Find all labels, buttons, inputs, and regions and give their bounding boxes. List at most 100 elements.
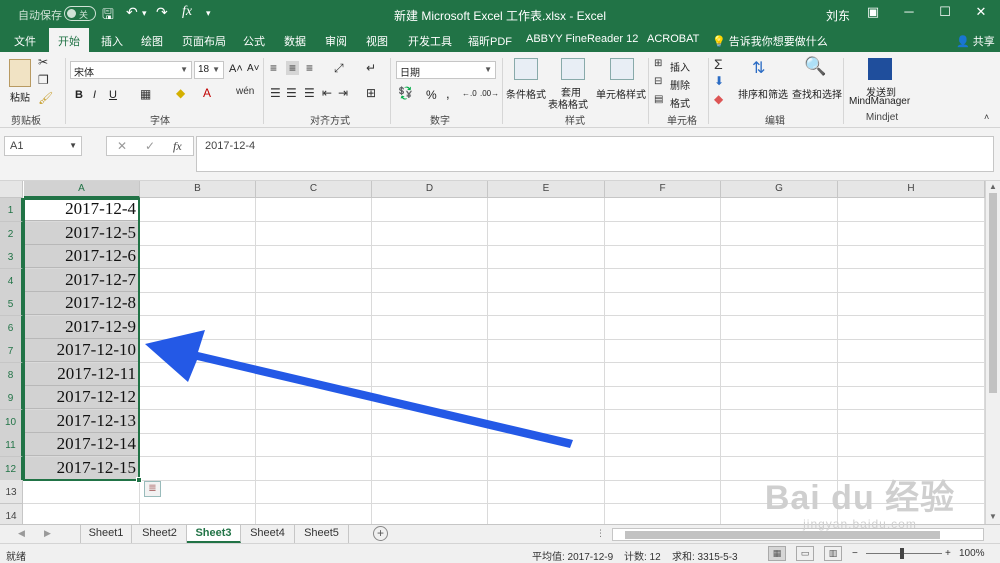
increase-decimal-icon[interactable]: ←.0	[462, 89, 477, 98]
delete-cells-icon[interactable]: ⊟	[654, 76, 662, 87]
cell-a10[interactable]: 2017-12-13	[24, 410, 139, 433]
quick-analysis-icon[interactable]: ≣	[144, 481, 161, 497]
user-name[interactable]: 刘东	[826, 7, 850, 24]
cell-a1[interactable]: 2017-12-4	[24, 198, 139, 221]
table-format-icon[interactable]	[561, 58, 585, 80]
row-header-11[interactable]: 11	[0, 433, 23, 457]
row-header-1[interactable]: 1	[0, 198, 23, 222]
tab-view[interactable]: 视图	[366, 33, 388, 49]
add-sheet-icon[interactable]: +	[373, 526, 388, 541]
insert-function-icon[interactable]: fx	[173, 139, 182, 154]
page-layout-view-icon[interactable]: ▭	[796, 546, 814, 561]
tab-insert[interactable]: 插入	[101, 33, 123, 49]
align-middle-icon[interactable]: ≡	[286, 61, 300, 75]
cell-a5[interactable]: 2017-12-8	[24, 292, 139, 315]
cell-a11[interactable]: 2017-12-14	[24, 433, 139, 456]
sheet-tab-3[interactable]: Sheet3	[187, 525, 241, 543]
page-break-view-icon[interactable]: ▥	[824, 546, 842, 561]
row-header-13[interactable]: 13	[0, 480, 23, 504]
next-sheet-icon[interactable]: ▶	[44, 528, 51, 539]
row-header-9[interactable]: 9	[0, 386, 23, 410]
number-format-select[interactable]: 日期 ▼	[396, 61, 496, 79]
phonetic-icon[interactable]: wén	[236, 86, 254, 97]
zoom-slider-knob[interactable]	[900, 548, 904, 559]
row-header-2[interactable]: 2	[0, 222, 23, 246]
ribbon-display-icon[interactable]: ▣	[858, 4, 888, 20]
name-box[interactable]: A1 ▼	[4, 136, 82, 156]
align-center-icon[interactable]: ☰	[286, 86, 297, 100]
send-to-label-2[interactable]: MindManager	[849, 96, 910, 107]
maximize-icon[interactable]: ☐	[930, 4, 960, 20]
fill-color-icon[interactable]: ◆	[176, 86, 185, 100]
cell-a8[interactable]: 2017-12-11	[24, 363, 139, 386]
scroll-up-icon[interactable]: ▲	[989, 182, 997, 191]
row-header-5[interactable]: 5	[0, 292, 23, 316]
tell-me-box[interactable]: 💡 告诉我你想要做什么	[712, 33, 828, 49]
insert-cells-icon[interactable]: ⊞	[654, 58, 662, 69]
prev-sheet-icon[interactable]: ◀	[18, 528, 25, 539]
sheet-tab-5[interactable]: Sheet5	[295, 525, 349, 543]
cell-a9[interactable]: 2017-12-12	[24, 386, 139, 409]
zoom-level[interactable]: 100%	[959, 548, 985, 559]
find-select-label[interactable]: 查找和选择	[792, 86, 842, 101]
column-header-e[interactable]: E	[488, 181, 605, 198]
cell-a12[interactable]: 2017-12-15	[24, 457, 139, 480]
tab-abbyy[interactable]: ABBYY FineReader 12	[526, 33, 638, 45]
cancel-icon[interactable]: ✕	[117, 139, 127, 153]
find-select-icon[interactable]: 🔍	[804, 56, 826, 77]
currency-icon[interactable]: 💱	[398, 86, 413, 100]
cell-a6[interactable]: 2017-12-9	[24, 316, 139, 339]
conditional-format-icon[interactable]	[514, 58, 538, 80]
cell-style-icon[interactable]	[610, 58, 634, 80]
vertical-scrollbar[interactable]: ▲ ▼	[985, 181, 1000, 525]
tab-page-layout[interactable]: 页面布局	[182, 33, 226, 49]
collapse-ribbon-icon[interactable]: ˄	[984, 112, 989, 122]
italic-button[interactable]: I	[93, 89, 96, 101]
font-name-select[interactable]: 宋体 ▼	[70, 61, 192, 79]
insert-cells-label[interactable]: 插入	[670, 59, 690, 74]
cell-a7[interactable]: 2017-12-10	[24, 339, 139, 362]
conditional-format-label[interactable]: 条件格式	[506, 86, 546, 101]
mindmanager-icon[interactable]	[868, 58, 892, 80]
column-header-g[interactable]: G	[721, 181, 838, 198]
sheet-tab-1[interactable]: Sheet1	[80, 525, 132, 543]
format-cells-icon[interactable]: ▤	[654, 94, 663, 105]
sheet-tab-2[interactable]: Sheet2	[133, 525, 187, 543]
sort-filter-label[interactable]: 排序和筛选	[738, 86, 788, 101]
copy-icon[interactable]: ❐	[38, 73, 49, 87]
column-header-a[interactable]: A	[24, 181, 140, 198]
enter-icon[interactable]: ✓	[145, 139, 155, 153]
font-size-select[interactable]: 18 ▼	[194, 61, 224, 79]
column-header-f[interactable]: F	[605, 181, 721, 198]
format-cells-label[interactable]: 格式	[670, 95, 690, 110]
select-all-corner[interactable]	[0, 181, 23, 198]
formula-input[interactable]: 2017-12-4	[196, 136, 994, 172]
horizontal-scroll-thumb[interactable]	[625, 531, 940, 539]
row-header-4[interactable]: 4	[0, 269, 23, 293]
merge-center-icon[interactable]: ⊞	[366, 86, 376, 100]
align-bottom-icon[interactable]: ≡	[306, 61, 313, 75]
cell-style-label[interactable]: 单元格样式	[596, 86, 646, 101]
decrease-font-icon[interactable]: A˅	[247, 63, 260, 74]
comma-button[interactable]: ,	[446, 86, 450, 101]
row-header-10[interactable]: 10	[0, 410, 23, 434]
cell-a3[interactable]: 2017-12-6	[24, 245, 139, 268]
paste-icon[interactable]	[9, 59, 31, 87]
delete-cells-label[interactable]: 删除	[670, 77, 690, 92]
tab-split-icon[interactable]: ⋮	[596, 528, 605, 539]
column-header-h[interactable]: H	[838, 181, 985, 198]
percent-button[interactable]: %	[426, 88, 437, 102]
row-header-8[interactable]: 8	[0, 363, 23, 387]
row-header-7[interactable]: 7	[0, 339, 23, 363]
fill-icon[interactable]: ⬇	[714, 74, 724, 88]
tab-developer[interactable]: 开发工具	[408, 33, 452, 49]
normal-view-icon[interactable]: ▦	[768, 546, 786, 561]
zoom-out-icon[interactable]: −	[852, 548, 858, 559]
underline-button[interactable]: U	[109, 89, 117, 101]
sort-filter-icon[interactable]: ⇅	[752, 58, 765, 78]
row-header-12[interactable]: 12	[0, 457, 23, 481]
format-painter-icon[interactable]: 🖌	[38, 91, 53, 105]
tab-review[interactable]: 审阅	[325, 33, 347, 49]
row-header-3[interactable]: 3	[0, 245, 23, 269]
increase-font-icon[interactable]: A˄	[229, 63, 243, 75]
